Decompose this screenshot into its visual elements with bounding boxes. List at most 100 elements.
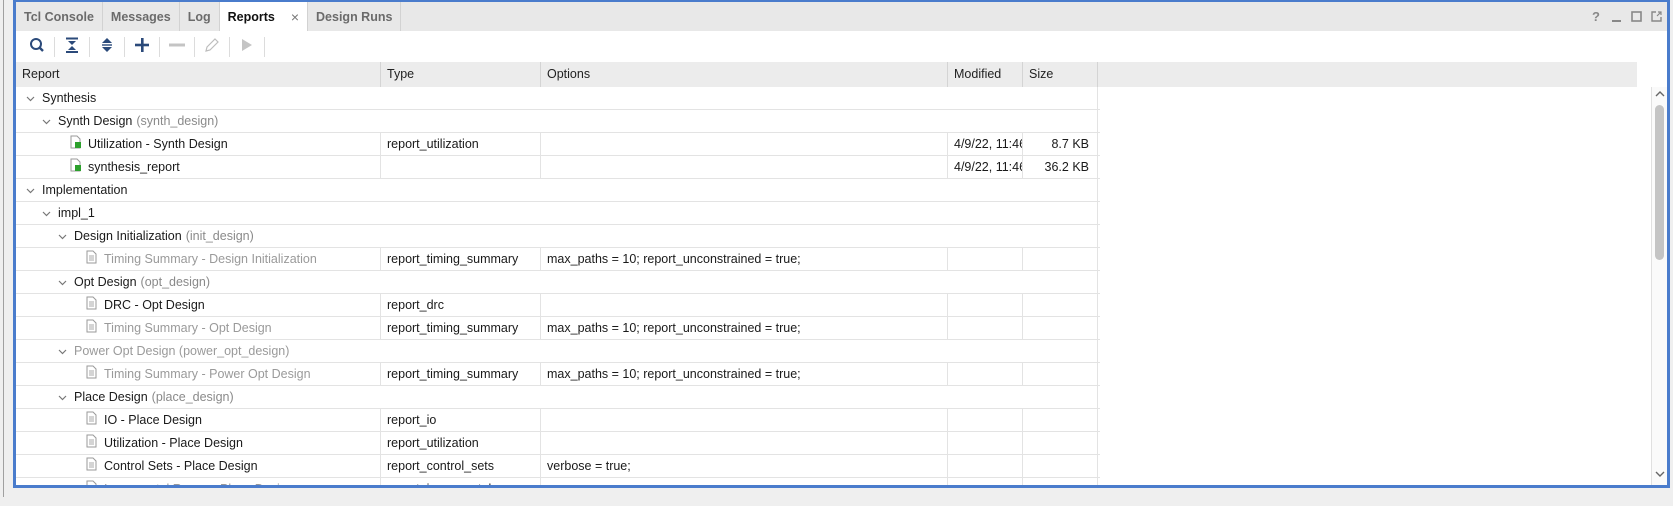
report-cell: impl_1	[16, 202, 381, 224]
table-row[interactable]: synthesis_report 4/9/22, 11:46 36.2 KB	[16, 156, 1100, 179]
toolbar-separator	[194, 36, 195, 57]
chevron-down-icon[interactable]	[38, 204, 54, 224]
options-cell: max_paths = 10; report_unconstrained = t…	[541, 248, 948, 270]
search-button[interactable]	[24, 35, 50, 59]
run-button[interactable]	[234, 35, 260, 59]
expand-all-button[interactable]	[94, 35, 120, 59]
scrollbar-thumb[interactable]	[1655, 105, 1664, 260]
close-icon[interactable]: ×	[291, 9, 299, 25]
column-header-report[interactable]: Report	[16, 62, 381, 87]
report-name[interactable]: Incremental Reuse - Place Design	[104, 482, 294, 485]
tab-label: Reports	[227, 9, 275, 24]
report-name[interactable]: DRC - Opt Design	[104, 298, 205, 312]
options-cell	[541, 225, 948, 247]
group-command: (init_design)	[185, 229, 254, 243]
collapse-all-button[interactable]	[59, 35, 85, 59]
tab-messages[interactable]: Messages	[103, 2, 180, 31]
size-cell	[1023, 386, 1098, 408]
report-name[interactable]: IO - Place Design	[104, 413, 202, 427]
tree-group-row[interactable]: Opt Design (opt_design)	[16, 271, 1100, 294]
chevron-down-icon[interactable]	[38, 112, 54, 132]
table-row[interactable]: Control Sets - Place Design report_contro…	[16, 455, 1100, 478]
type-cell	[381, 156, 541, 178]
toolbar-separator	[124, 36, 125, 57]
group-label: Synth Design	[58, 114, 133, 128]
size-cell	[1023, 409, 1098, 431]
tree-group-row[interactable]: Design Initialization (init_design)	[16, 225, 1100, 248]
chevron-down-icon[interactable]	[54, 273, 70, 293]
chevron-down-icon[interactable]	[54, 342, 70, 362]
toolbar	[16, 31, 1667, 62]
maximize-icon[interactable]	[1629, 10, 1643, 24]
chevron-down-icon[interactable]	[54, 227, 70, 247]
tab-reports[interactable]: Reports ×	[219, 2, 309, 31]
type-cell: report_control_sets	[381, 455, 541, 477]
modified-cell	[948, 432, 1023, 454]
edit-icon	[205, 38, 219, 55]
modified-cell	[948, 478, 1023, 485]
modified-cell	[948, 202, 1023, 224]
column-header-options[interactable]: Options	[541, 62, 948, 87]
group-label: Power Opt Design (power_opt_design)	[74, 344, 290, 358]
report-name[interactable]: Control Sets - Place Design	[104, 459, 258, 473]
report-name[interactable]: Timing Summary - Opt Design	[104, 321, 272, 335]
table-row[interactable]: Timing Summary - Power Opt Design report_…	[16, 363, 1100, 386]
table-row[interactable]: Timing Summary - Opt Design report_timing…	[16, 317, 1100, 340]
size-cell	[1023, 363, 1098, 385]
remove-icon	[169, 38, 185, 55]
table-row[interactable]: Timing Summary - Design Initialization re…	[16, 248, 1100, 271]
header-filler	[1098, 62, 1637, 87]
column-header-size[interactable]: Size	[1023, 62, 1098, 87]
tree-group-row[interactable]: impl_1	[16, 202, 1100, 225]
table-row[interactable]: Utilization - Synth Design report_utiliza…	[16, 133, 1100, 156]
remove-button[interactable]	[164, 35, 190, 59]
add-button[interactable]	[129, 35, 155, 59]
options-cell	[541, 133, 948, 155]
group-label: Synthesis	[42, 91, 97, 105]
chevron-down-icon[interactable]	[22, 181, 38, 201]
report-name[interactable]: Timing Summary - Design Initialization	[104, 252, 317, 266]
float-icon[interactable]	[1649, 10, 1663, 24]
column-header-type[interactable]: Type	[381, 62, 541, 87]
minimize-icon[interactable]	[1609, 10, 1623, 24]
report-cell: Place Design (place_design)	[16, 386, 381, 408]
report-cell: Timing Summary - Power Opt Design	[16, 363, 381, 385]
column-header-modified[interactable]: Modified	[948, 62, 1023, 87]
table-row[interactable]: Utilization - Place Design report_utiliza…	[16, 432, 1100, 455]
tree-group-row[interactable]: Place Design (place_design)	[16, 386, 1100, 409]
table-row[interactable]: IO - Place Design report_io	[16, 409, 1100, 432]
tree-group-row[interactable]: Implementation	[16, 179, 1100, 202]
tree-group-row[interactable]: Synth Design (synth_design)	[16, 110, 1100, 133]
chevron-down-icon[interactable]	[54, 388, 70, 408]
report-name[interactable]: Timing Summary - Power Opt Design	[104, 367, 311, 381]
edit-button[interactable]	[199, 35, 225, 59]
tree-group-row[interactable]: Synthesis	[16, 87, 1100, 110]
tab-tcl-console[interactable]: Tcl Console	[16, 2, 103, 31]
window-controls: ?	[1589, 2, 1663, 31]
tab-log[interactable]: Log	[180, 2, 220, 31]
modified-cell	[948, 294, 1023, 316]
group-command: (place_design)	[151, 390, 234, 404]
chevron-down-icon[interactable]	[22, 89, 38, 109]
table-row[interactable]: Incremental Reuse - Place Design report_i…	[16, 478, 1100, 485]
size-cell	[1023, 202, 1098, 224]
modified-cell	[948, 340, 1023, 362]
size-cell	[1023, 455, 1098, 477]
help-icon[interactable]: ?	[1589, 9, 1603, 24]
options-cell	[541, 340, 948, 362]
report-name[interactable]: Utilization - Place Design	[104, 436, 243, 450]
scroll-down-icon[interactable]	[1652, 469, 1668, 483]
options-cell	[541, 294, 948, 316]
type-cell: report_timing_summary	[381, 248, 541, 270]
report-name[interactable]: Utilization - Synth Design	[88, 137, 228, 151]
tree-group-row[interactable]: Power Opt Design (power_opt_design)	[16, 340, 1100, 363]
vertical-scrollbar[interactable]	[1651, 87, 1667, 485]
table-row[interactable]: DRC - Opt Design report_drc	[16, 294, 1100, 317]
tab-label: Design Runs	[316, 9, 393, 24]
scroll-up-icon[interactable]	[1652, 89, 1668, 103]
tab-design-runs[interactable]: Design Runs	[308, 2, 402, 31]
toolbar-separator	[54, 36, 55, 57]
report-name[interactable]: synthesis_report	[88, 160, 180, 174]
report-cell: Timing Summary - Design Initialization	[16, 248, 381, 270]
group-label: Opt Design	[74, 275, 137, 289]
